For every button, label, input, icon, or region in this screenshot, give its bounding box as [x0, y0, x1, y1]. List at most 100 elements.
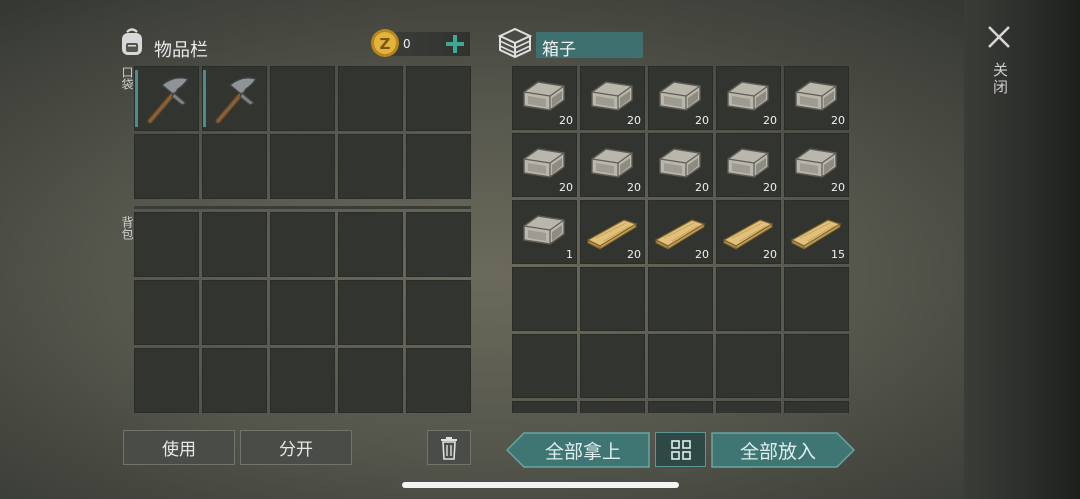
- empty-slot[interactable]: [134, 212, 199, 277]
- container-title-field[interactable]: 箱子: [536, 32, 643, 60]
- empty-slot[interactable]: [338, 212, 403, 277]
- empty-slot[interactable]: [406, 348, 471, 413]
- plus-icon: [446, 35, 464, 53]
- empty-slot[interactable]: [338, 66, 403, 131]
- empty-slot[interactable]: [784, 267, 849, 331]
- slot-stone[interactable]: 20: [512, 133, 577, 197]
- empty-slot[interactable]: [580, 267, 645, 331]
- empty-slot[interactable]: [270, 348, 335, 413]
- slot-stone[interactable]: 20: [784, 133, 849, 197]
- empty-slot[interactable]: [406, 212, 471, 277]
- close-label: 关闭: [991, 62, 1009, 96]
- container-grid: 20 20 20 20 20 20 20 20 20 20 1 20 20 20 15: [512, 66, 849, 413]
- add-coins-button[interactable]: [443, 32, 467, 56]
- slot-stone[interactable]: 1: [512, 200, 577, 264]
- item-quantity: 20: [695, 114, 709, 127]
- empty-slot[interactable]: [580, 401, 645, 413]
- backpack-icon: [116, 26, 148, 58]
- slot-plank[interactable]: 20: [580, 200, 645, 264]
- empty-slot[interactable]: [202, 212, 267, 277]
- slot-plank[interactable]: 20: [648, 200, 713, 264]
- section-divider: [134, 206, 471, 209]
- empty-slot[interactable]: [784, 401, 849, 413]
- empty-slot[interactable]: [270, 212, 335, 277]
- container-title: 箱子: [542, 40, 576, 60]
- close-button[interactable]: 关闭: [984, 22, 1014, 106]
- empty-slot[interactable]: [512, 334, 577, 398]
- empty-slot[interactable]: [512, 401, 577, 413]
- trash-icon: [441, 436, 457, 460]
- item-quantity: 20: [695, 181, 709, 194]
- item-quantity: 15: [831, 248, 845, 261]
- sort-button[interactable]: [655, 432, 706, 467]
- item-quantity: 20: [627, 248, 641, 261]
- container-grid-viewport[interactable]: 20 20 20 20 20 20 20 20 20 20 1 20 20 20 15: [512, 66, 849, 413]
- item-quantity: 20: [559, 181, 573, 194]
- empty-slot[interactable]: [716, 401, 781, 413]
- empty-slot[interactable]: [202, 280, 267, 345]
- empty-slot[interactable]: [338, 348, 403, 413]
- right-side-panel: [964, 0, 1080, 499]
- slot-pickaxe[interactable]: [202, 66, 267, 131]
- item-quantity: 20: [763, 248, 777, 261]
- slot-stone[interactable]: 20: [512, 66, 577, 130]
- empty-slot[interactable]: [406, 280, 471, 345]
- slot-stone[interactable]: 20: [716, 66, 781, 130]
- empty-slot[interactable]: [338, 134, 403, 199]
- slot-plank[interactable]: 15: [784, 200, 849, 264]
- pocket-grid: [134, 66, 471, 199]
- empty-slot[interactable]: [648, 267, 713, 331]
- close-icon: [988, 26, 1010, 48]
- item-quantity: 20: [695, 248, 709, 261]
- split-button[interactable]: 分开: [240, 430, 352, 465]
- slot-stone[interactable]: 20: [648, 66, 713, 130]
- item-quantity: 20: [763, 114, 777, 127]
- empty-slot[interactable]: [716, 267, 781, 331]
- put-all-button[interactable]: 全部放入: [711, 432, 855, 468]
- empty-slot[interactable]: [512, 267, 577, 331]
- slot-stone[interactable]: 20: [580, 66, 645, 130]
- item-quantity: 20: [627, 181, 641, 194]
- empty-slot[interactable]: [270, 280, 335, 345]
- slot-stone[interactable]: 20: [784, 66, 849, 130]
- backpack-grid: [134, 212, 471, 413]
- empty-slot[interactable]: [716, 334, 781, 398]
- trash-button[interactable]: [427, 430, 471, 465]
- empty-slot[interactable]: [202, 134, 267, 199]
- empty-slot[interactable]: [134, 134, 199, 199]
- empty-slot[interactable]: [648, 334, 713, 398]
- empty-slot[interactable]: [270, 66, 335, 131]
- svg-text:Z: Z: [380, 35, 391, 53]
- put-all-label: 全部放入: [739, 440, 816, 463]
- slot-stone[interactable]: 20: [716, 133, 781, 197]
- take-all-label: 全部拿上: [544, 440, 621, 463]
- slot-plank[interactable]: 20: [716, 200, 781, 264]
- empty-slot[interactable]: [338, 280, 403, 345]
- item-quantity: 20: [831, 181, 845, 194]
- empty-slot[interactable]: [202, 348, 267, 413]
- item-quantity: 20: [559, 114, 573, 127]
- inventory-title: 物品栏: [154, 40, 208, 61]
- item-quantity: 20: [627, 114, 641, 127]
- home-indicator[interactable]: [402, 482, 679, 488]
- empty-slot[interactable]: [406, 134, 471, 199]
- chest-icon: [497, 26, 533, 60]
- slot-pickaxe[interactable]: [134, 66, 199, 131]
- empty-slot[interactable]: [580, 334, 645, 398]
- pickaxe-icon: [134, 66, 199, 131]
- coin-icon: Z: [370, 28, 400, 58]
- slot-stone[interactable]: 20: [580, 133, 645, 197]
- empty-slot[interactable]: [134, 348, 199, 413]
- empty-slot[interactable]: [270, 134, 335, 199]
- use-button[interactable]: 使用: [123, 430, 235, 465]
- empty-slot[interactable]: [784, 334, 849, 398]
- empty-slot[interactable]: [134, 280, 199, 345]
- slot-stone[interactable]: 20: [648, 133, 713, 197]
- item-quantity: 1: [566, 248, 573, 261]
- sort-icon: [671, 440, 691, 460]
- empty-slot[interactable]: [648, 401, 713, 413]
- empty-slot[interactable]: [406, 66, 471, 131]
- coin-amount: 0: [403, 37, 411, 51]
- item-quantity: 20: [831, 114, 845, 127]
- take-all-button[interactable]: 全部拿上: [506, 432, 650, 468]
